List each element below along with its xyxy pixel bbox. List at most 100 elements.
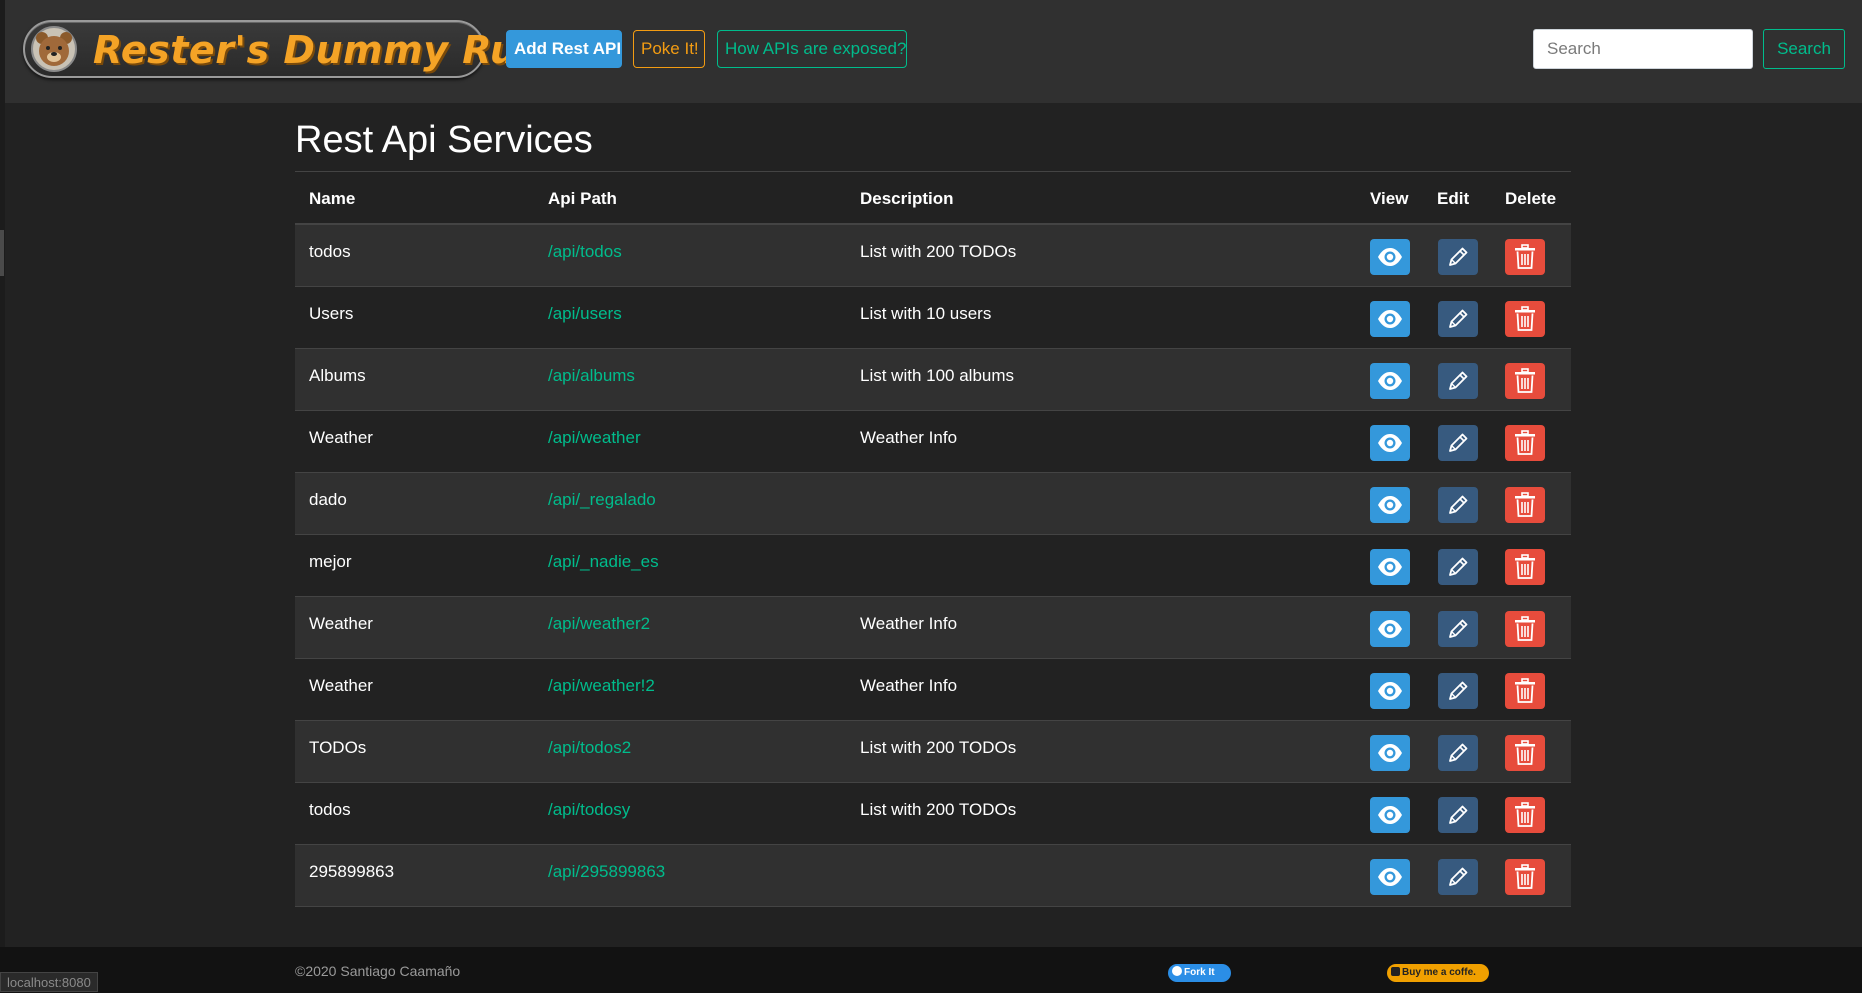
how-apis-exposed-button[interactable]: How APIs are exposed? <box>717 30 907 68</box>
delete-button[interactable] <box>1505 549 1545 585</box>
scroll-mark <box>0 230 4 276</box>
table-row: Weather/api/weather!2 Weather Info <box>295 659 1571 721</box>
buy-coffee-button[interactable]: Buy me a coffe. <box>1387 964 1489 982</box>
eye-icon <box>1377 372 1403 390</box>
add-rest-api-button[interactable]: Add Rest API <box>506 30 622 68</box>
api-path-link[interactable]: /api/albums <box>548 349 635 403</box>
service-description: Weather Info <box>860 614 958 633</box>
view-button[interactable] <box>1370 549 1410 585</box>
api-path-link[interactable]: /api/todosy <box>548 783 630 837</box>
trash-icon <box>1514 368 1536 394</box>
service-description: List with 200 TODOs <box>860 800 1017 819</box>
service-description: List with 100 albums <box>860 366 1015 385</box>
brand-link[interactable]: Rester's Dummy Run <box>23 20 545 78</box>
service-name: dado <box>309 490 347 509</box>
edit-button[interactable] <box>1438 611 1478 647</box>
table-row: todos/api/todosy List with 200 TODOs <box>295 783 1571 845</box>
pencil-icon <box>1446 307 1470 331</box>
api-path-link[interactable]: /api/_regalado <box>548 473 656 527</box>
delete-button[interactable] <box>1505 487 1545 523</box>
pencil-icon <box>1446 245 1470 269</box>
service-name: Albums <box>309 366 366 385</box>
poke-it-button[interactable]: Poke It! <box>633 30 705 68</box>
api-path-link[interactable]: /api/weather!2 <box>548 659 655 713</box>
pencil-icon <box>1446 431 1470 455</box>
view-button[interactable] <box>1370 735 1410 771</box>
api-path-link[interactable]: /api/users <box>548 287 622 341</box>
trash-icon <box>1514 430 1536 456</box>
buy-coffee-label: Buy me a coffe. <box>1402 967 1476 978</box>
edit-button[interactable] <box>1438 735 1478 771</box>
view-button[interactable] <box>1370 611 1410 647</box>
service-description: Weather Info <box>860 428 958 447</box>
edit-button[interactable] <box>1438 797 1478 833</box>
bear-logo-icon <box>31 26 77 72</box>
table-row: Weather/api/weather2 Weather Info <box>295 597 1571 659</box>
api-path-link[interactable]: /api/295899863 <box>548 845 665 899</box>
service-name: Weather <box>309 676 373 695</box>
view-button[interactable] <box>1370 239 1410 275</box>
edit-button[interactable] <box>1438 487 1478 523</box>
table-row: 295899863/api/295899863 <box>295 845 1571 907</box>
navbar: Rester's Dummy Run Add Rest API Poke It!… <box>5 0 1862 103</box>
delete-button[interactable] <box>1505 425 1545 461</box>
delete-button[interactable] <box>1505 363 1545 399</box>
table-row: dado/api/_regalado <box>295 473 1571 535</box>
fork-it-button[interactable]: Fork It <box>1168 964 1231 982</box>
column-header-api-path: Api Path <box>548 189 617 208</box>
api-path-link[interactable]: /api/_nadie_es <box>548 535 659 589</box>
column-header-description: Description <box>860 189 954 208</box>
delete-button[interactable] <box>1505 735 1545 771</box>
table-header: Name Api Path Description View Edit Dele… <box>295 172 1571 225</box>
service-name: todos <box>309 800 351 819</box>
table-row: Weather/api/weather Weather Info <box>295 411 1571 473</box>
table-row: Users/api/users List with 10 users <box>295 287 1571 349</box>
api-path-link[interactable]: /api/todos <box>548 225 622 279</box>
services-table: Name Api Path Description View Edit Dele… <box>295 171 1571 907</box>
edit-button[interactable] <box>1438 673 1478 709</box>
trash-icon <box>1514 740 1536 766</box>
delete-button[interactable] <box>1505 673 1545 709</box>
delete-button[interactable] <box>1505 301 1545 337</box>
view-button[interactable] <box>1370 363 1410 399</box>
delete-button[interactable] <box>1505 611 1545 647</box>
service-name: Weather <box>309 614 373 633</box>
view-button[interactable] <box>1370 673 1410 709</box>
eye-icon <box>1377 868 1403 886</box>
table-row: TODOs/api/todos2 List with 200 TODOs <box>295 721 1571 783</box>
service-name: TODOs <box>309 738 367 757</box>
service-name: todos <box>309 242 351 261</box>
service-description: List with 10 users <box>860 304 992 323</box>
eye-icon <box>1377 496 1403 514</box>
service-name: Users <box>309 304 354 323</box>
trash-icon <box>1514 616 1536 642</box>
edit-button[interactable] <box>1438 549 1478 585</box>
api-path-link[interactable]: /api/todos2 <box>548 721 631 775</box>
view-button[interactable] <box>1370 301 1410 337</box>
delete-button[interactable] <box>1505 797 1545 833</box>
edit-button[interactable] <box>1438 859 1478 895</box>
pencil-icon <box>1446 741 1470 765</box>
edit-button[interactable] <box>1438 301 1478 337</box>
view-button[interactable] <box>1370 797 1410 833</box>
view-button[interactable] <box>1370 859 1410 895</box>
service-description: List with 200 TODOs <box>860 242 1017 261</box>
search-input[interactable] <box>1533 29 1753 69</box>
pencil-icon <box>1446 865 1470 889</box>
view-button[interactable] <box>1370 487 1410 523</box>
api-path-link[interactable]: /api/weather2 <box>548 597 650 651</box>
search-button[interactable]: Search <box>1763 29 1845 69</box>
trash-icon <box>1514 306 1536 332</box>
view-button[interactable] <box>1370 425 1410 461</box>
column-header-view: View <box>1370 189 1409 208</box>
footer: ©2020 Santiago Caamaño Fork It Buy me a … <box>0 947 1862 993</box>
edit-button[interactable] <box>1438 425 1478 461</box>
trash-icon <box>1514 492 1536 518</box>
api-path-link[interactable]: /api/weather <box>548 411 641 465</box>
delete-button[interactable] <box>1505 239 1545 275</box>
edit-button[interactable] <box>1438 239 1478 275</box>
delete-button[interactable] <box>1505 859 1545 895</box>
copyright: ©2020 Santiago Caamaño <box>295 963 461 979</box>
left-edge <box>0 0 5 993</box>
edit-button[interactable] <box>1438 363 1478 399</box>
